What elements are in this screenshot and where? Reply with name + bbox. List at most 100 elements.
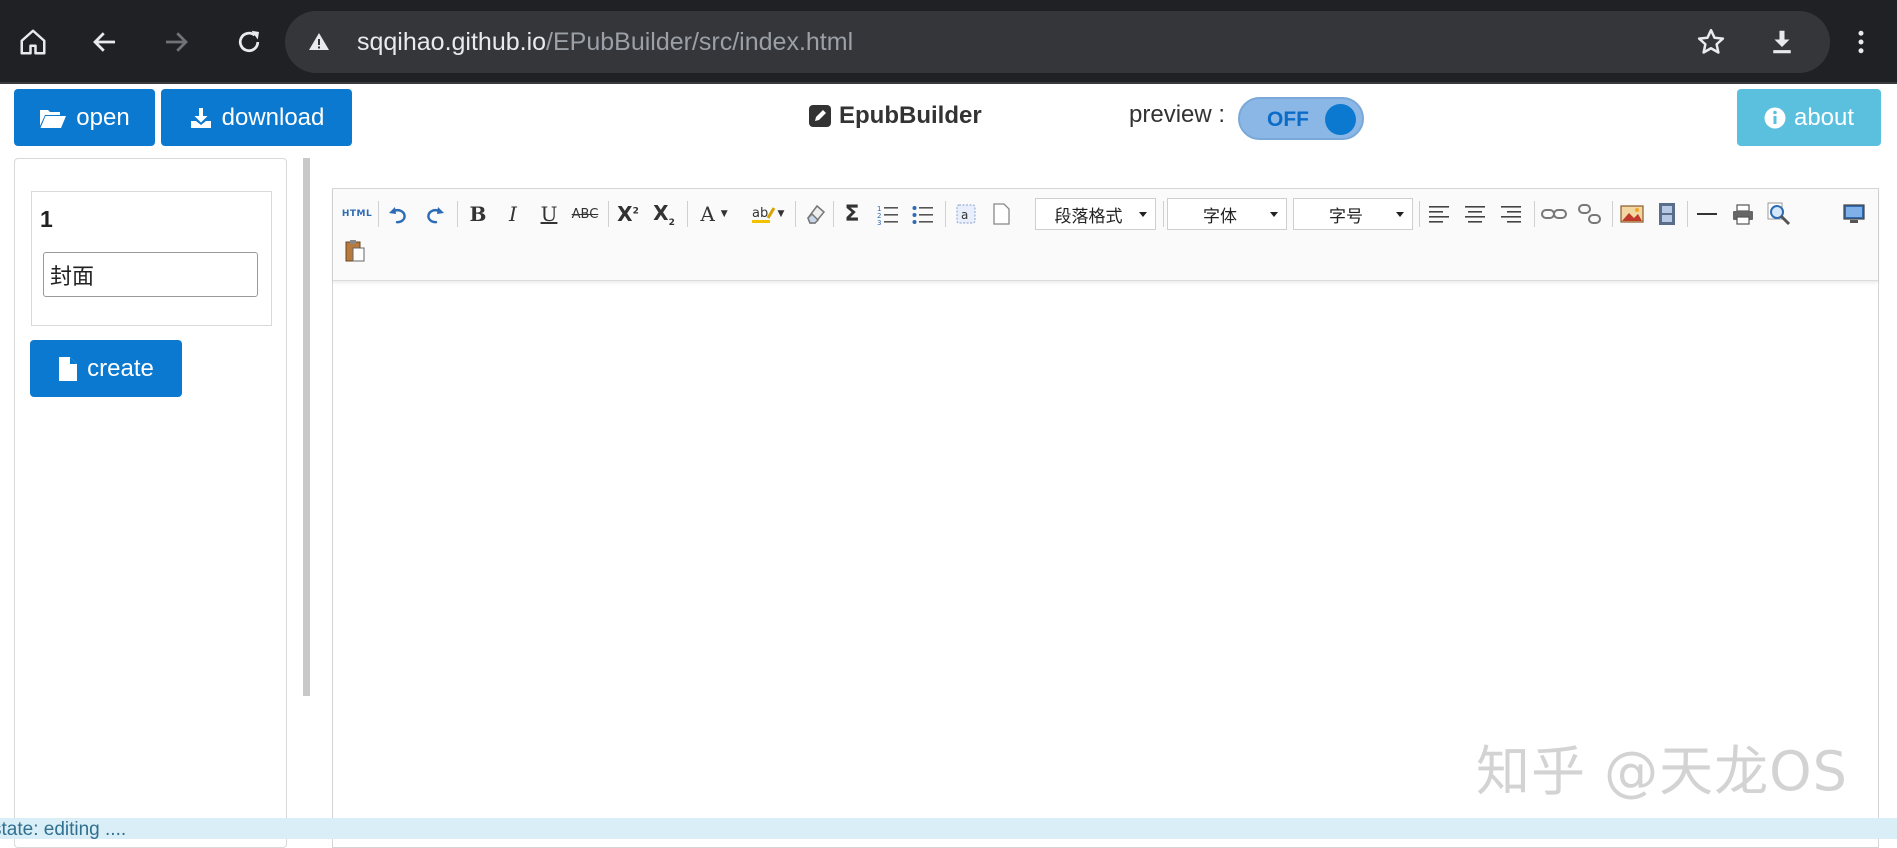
align-center-icon	[1465, 206, 1485, 223]
forward-button[interactable]	[152, 18, 200, 66]
paragraph-format-value: 段落格式	[1054, 206, 1123, 227]
browser-toolbar: sqqihao.github.io/EPubBuilder/src/index.…	[0, 0, 1897, 84]
back-icon	[93, 32, 115, 52]
chevron-down-icon	[1270, 212, 1278, 217]
back-button[interactable]	[81, 18, 129, 66]
insert-video-button[interactable]	[1653, 200, 1681, 228]
open-label: open	[76, 103, 130, 131]
url-host: sqqihao.github.io	[357, 28, 547, 56]
downloads-button[interactable]	[1758, 18, 1806, 66]
underline-icon: U	[540, 202, 558, 226]
bookmark-button[interactable]	[1687, 18, 1735, 66]
sigma-icon: Σ	[844, 201, 860, 227]
unordered-list-button[interactable]	[909, 200, 937, 228]
subscript-icon: X2	[653, 200, 675, 228]
chevron-down-icon	[1139, 212, 1147, 217]
app-title-text: EpubBuilder	[839, 102, 982, 129]
toolbar-separator	[1419, 201, 1420, 227]
link-icon	[1541, 209, 1567, 219]
font-family-select[interactable]: 字体	[1167, 198, 1287, 230]
align-right-icon	[1501, 206, 1521, 223]
undo-icon	[389, 207, 406, 224]
url-text: sqqihao.github.io/EPubBuilder/src/index.…	[357, 27, 853, 57]
horizontal-rule-button[interactable]	[1693, 200, 1721, 228]
download-icon	[190, 107, 211, 128]
font-family-value: 字体	[1203, 206, 1237, 227]
link-button[interactable]	[1540, 200, 1568, 228]
font-size-select[interactable]: 字号	[1293, 198, 1413, 230]
star-icon	[1697, 28, 1725, 54]
subscript-button[interactable]: X2	[650, 200, 678, 228]
superscript-button[interactable]: X2	[614, 200, 642, 228]
create-button[interactable]: create	[30, 340, 182, 397]
home-icon	[20, 29, 46, 55]
menu-dots-icon	[1858, 30, 1864, 54]
unordered-list-icon	[912, 206, 933, 224]
eraser-icon	[807, 204, 826, 224]
unlink-button[interactable]	[1576, 200, 1604, 228]
svg-text:ab: ab	[752, 206, 768, 221]
toolbar-separator	[795, 201, 796, 227]
reload-icon	[238, 30, 260, 53]
chapter-sidebar: 1 create	[14, 158, 287, 848]
italic-icon: I	[509, 202, 517, 226]
formula-button[interactable]: Σ	[838, 200, 866, 228]
unlink-icon	[1578, 204, 1601, 224]
status-bar: state: editing ....	[0, 818, 1897, 840]
info-icon	[1764, 107, 1786, 128]
page-break-button[interactable]	[987, 200, 1015, 228]
download-button[interactable]: download	[161, 89, 352, 146]
home-button[interactable]	[9, 18, 57, 66]
preview-label: preview :	[1129, 101, 1226, 128]
panel-splitter[interactable]	[303, 158, 310, 696]
preview-zoom-button[interactable]	[1765, 200, 1793, 228]
redo-icon	[427, 207, 444, 224]
html-source-icon: HTML	[341, 209, 373, 219]
insert-image-button[interactable]	[1618, 200, 1646, 228]
font-color-button[interactable]: A ▼	[694, 200, 734, 228]
toolbar-separator	[378, 201, 379, 227]
fullscreen-button[interactable]	[1840, 200, 1868, 228]
align-right-button[interactable]	[1497, 200, 1525, 228]
strikethrough-button[interactable]: ABC	[569, 200, 601, 228]
paragraph-format-select[interactable]: 段落格式	[1035, 198, 1156, 230]
open-button[interactable]: open	[14, 89, 155, 146]
undo-button[interactable]	[385, 200, 413, 228]
print-button[interactable]	[1729, 200, 1757, 228]
toolbar-separator	[1163, 201, 1164, 227]
address-bar[interactable]: sqqihao.github.io/EPubBuilder/src/index.…	[285, 11, 1830, 73]
chapter-number: 1	[40, 206, 53, 232]
folder-open-icon	[40, 109, 67, 128]
toolbar-separator	[945, 201, 946, 227]
image-icon	[1620, 205, 1644, 223]
italic-button[interactable]: I	[499, 200, 527, 228]
align-left-button[interactable]	[1425, 200, 1453, 228]
align-center-button[interactable]	[1461, 200, 1489, 228]
highlight-color-button[interactable]: ab ▼	[747, 200, 789, 228]
about-button[interactable]: about	[1737, 89, 1881, 146]
redo-button[interactable]	[420, 200, 448, 228]
superscript-icon: X2	[617, 202, 639, 226]
paste-button[interactable]	[341, 237, 369, 265]
browser-menu-button[interactable]	[1837, 18, 1885, 66]
toolbar-separator	[608, 201, 609, 227]
clear-format-button[interactable]	[802, 200, 830, 228]
highlight-icon: ab	[751, 206, 775, 223]
chapter-title-input[interactable]	[43, 252, 258, 297]
watermark-text: 知乎 @天龙OS	[1476, 740, 1848, 803]
html-source-button[interactable]: HTML	[341, 200, 373, 228]
editor-toolbar: HTML B I U ABC X2 X2 A ▼ ab ▼ Σ 1 2 3 a …	[333, 189, 1878, 281]
toolbar-separator	[833, 201, 834, 227]
underline-button[interactable]: U	[535, 200, 563, 228]
ordered-list-button[interactable]: 123	[874, 200, 902, 228]
reload-button[interactable]	[225, 18, 273, 66]
preview-toggle[interactable]: OFF	[1238, 97, 1364, 140]
bold-button[interactable]: B	[464, 200, 492, 228]
edit-icon	[809, 105, 831, 127]
toggle-knob	[1325, 104, 1356, 135]
strikethrough-icon: ABC	[571, 206, 599, 222]
anchor-button[interactable]: a	[952, 200, 980, 228]
app-title: EpubBuilder	[809, 100, 982, 132]
url-path: /EPubBuilder/src/index.html	[546, 28, 854, 56]
chapter-item[interactable]: 1	[31, 191, 272, 326]
